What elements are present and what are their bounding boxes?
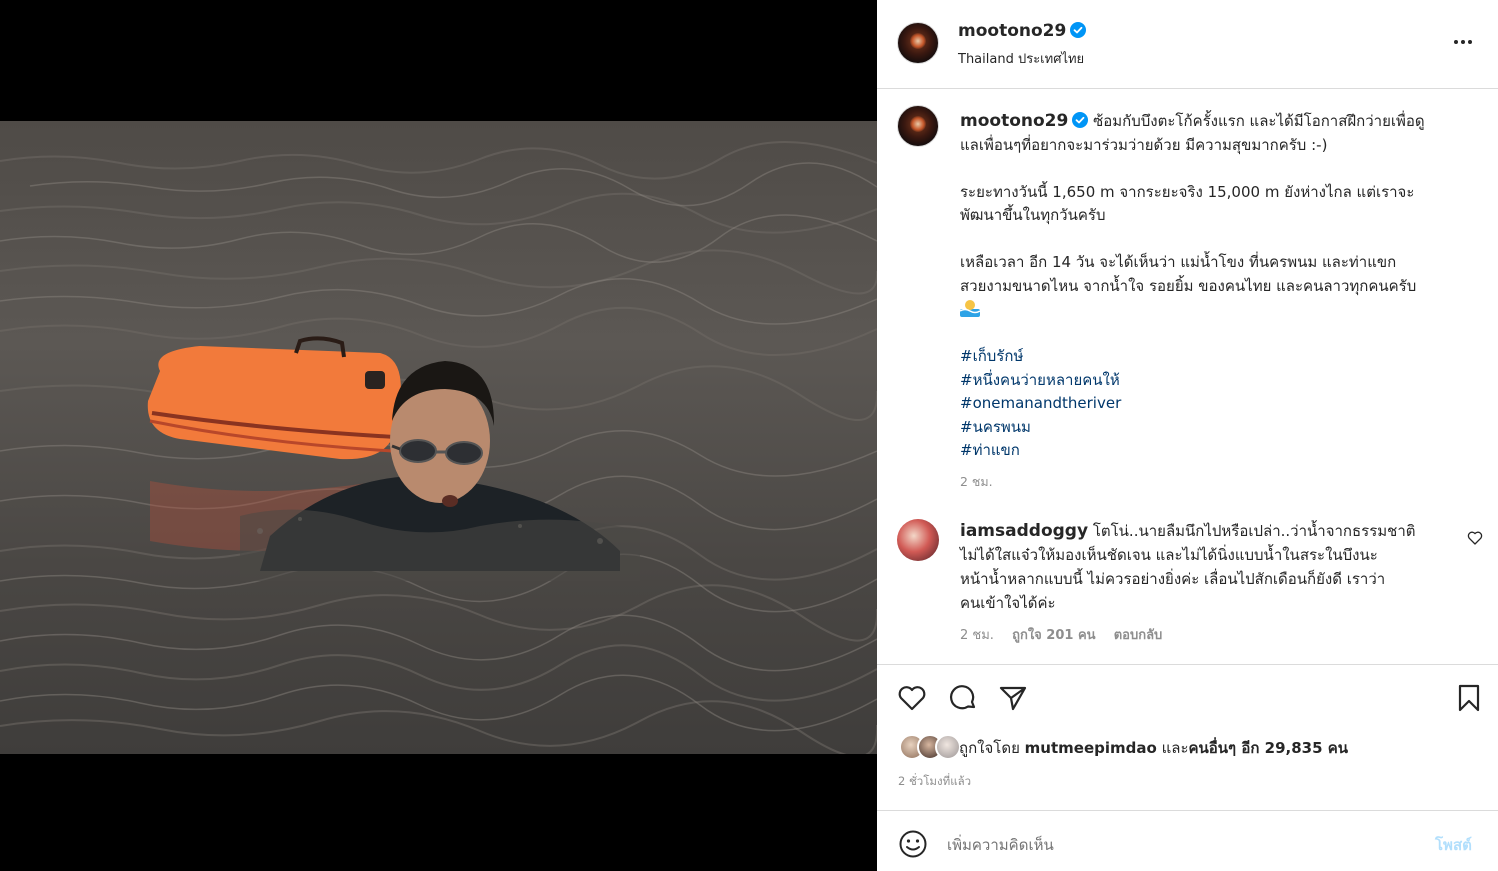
hashtag-link[interactable]: #นครพนม	[960, 416, 1470, 440]
posted-ago[interactable]: 2 ชั่วโมงที่แล้ว	[898, 773, 971, 791]
liker-username[interactable]: mutmeepimdao	[1025, 739, 1157, 757]
comment-like-heart-icon[interactable]	[1467, 530, 1483, 546]
caption-text-line-2: แลเพื่อนๆที่อยากจะมาร่วมว่ายด้วย มีความส…	[960, 135, 1328, 154]
emoji-smiley-icon[interactable]	[898, 829, 928, 859]
comment: iamsaddoggy โตโน่..นายลืมนึกไปหรือเปล่า.…	[960, 519, 1460, 615]
caption-countdown-line-1: เหลือเวลา อีก 14 วัน จะได้เห็นว่า แม่น้ำ…	[960, 253, 1397, 271]
likes-middle: และ	[1161, 739, 1189, 757]
verified-badge-icon	[1072, 112, 1089, 128]
post-location[interactable]: Thailand ประเทศไทย	[958, 48, 1084, 69]
hashtag-link[interactable]: #หนึ่งคนว่ายหลายคนให้	[960, 369, 1470, 393]
likes-summary: ถูกใจโดย mutmeepimdao และคนอื่นๆ อีก 29,…	[959, 736, 1348, 760]
caption-countdown-line-2: สวยงามขนาดไหน จากน้ำใจ รอยยิ้ม ของคนไทย …	[960, 276, 1417, 295]
caption-line-1: mootono29 ซ้อมกับบึงตะโก้ครั้งแรก และได้…	[960, 110, 1470, 134]
likes-prefix: ถูกใจโดย	[959, 739, 1020, 757]
author-avatar[interactable]	[897, 22, 939, 64]
commenter-username[interactable]: iamsaddoggy	[960, 521, 1088, 541]
caption-timestamp[interactable]: 2 ชม.	[960, 472, 993, 492]
post-comment-button[interactable]: โพสต์	[1435, 833, 1472, 857]
more-options-icon[interactable]	[1448, 32, 1478, 52]
comment-text-line-3: หน้าน้ำหลากแบบนี้ ไม่ควรอย่างยิ่งค่ะ เลื…	[960, 570, 1386, 588]
commenter-avatar[interactable]	[897, 519, 939, 561]
comment-likes-count[interactable]: ถูกใจ 201 คน	[1012, 628, 1095, 643]
add-comment-input[interactable]	[947, 831, 1417, 859]
post-photo[interactable]	[0, 121, 877, 754]
swimmer-emoji-icon	[960, 300, 980, 317]
verified-badge-icon	[1070, 22, 1087, 38]
reply-button[interactable]: ตอบกลับ	[1114, 628, 1163, 643]
liker-avatar	[935, 734, 961, 760]
author-username[interactable]: mootono29	[958, 21, 1066, 41]
comment-bubble-icon[interactable]	[947, 682, 979, 714]
comment-meta: 2 ชม. ถูกใจ 201 คน ตอบกลับ	[960, 624, 1176, 645]
swimmer-photo-illustration	[0, 140, 877, 754]
hashtag-link[interactable]: #onemanandtheriver	[960, 392, 1470, 416]
post-side-panel: mootono29 Thailand ประเทศไทย mootono29 ซ…	[877, 0, 1498, 871]
header-divider	[877, 88, 1498, 89]
comment-timestamp[interactable]: 2 ชม.	[960, 628, 994, 643]
caption-distance-line-2: พัฒนาขึ้นในทุกวันครับ	[960, 206, 1106, 224]
comment-text-line-2: ไม่ได้ใสแจ๋วให้มองเห็นชัดเจน และไม่ได้นิ…	[960, 546, 1378, 564]
hashtag-link[interactable]: #เก็บรักษ์	[960, 345, 1470, 369]
caption-text-line-1: ซ้อมกับบึงตะโก้ครั้งแรก และได้มีโอกาสฝึก…	[1093, 112, 1425, 130]
caption-author-avatar[interactable]	[897, 105, 939, 147]
likes-others[interactable]: คนอื่นๆ อีก 29,835 คน	[1189, 739, 1349, 757]
comment-text-line-4: คนเข้าใจได้ค่ะ	[960, 594, 1056, 612]
caption-distance-line-1: ระยะทางวันนี้ 1,650 m จากระยะจริง 15,000…	[960, 182, 1415, 201]
hashtag-link[interactable]: #ท่าแขก	[960, 439, 1470, 463]
post-media[interactable]	[0, 0, 877, 871]
comment-box-divider	[877, 810, 1498, 811]
paper-plane-icon[interactable]	[997, 682, 1029, 714]
heart-icon[interactable]	[896, 682, 928, 714]
caption-username[interactable]: mootono29	[960, 111, 1068, 131]
author-header: mootono29	[958, 21, 1087, 41]
post-caption: mootono29 ซ้อมกับบึงตะโก้ครั้งแรก และได้…	[960, 110, 1470, 463]
bookmark-icon[interactable]	[1453, 682, 1485, 714]
actions-divider	[877, 664, 1498, 665]
comment-text-line-1: โตโน่..นายลืมนึกไปหรือเปล่า..ว่าน้ำจากธร…	[1092, 522, 1416, 540]
